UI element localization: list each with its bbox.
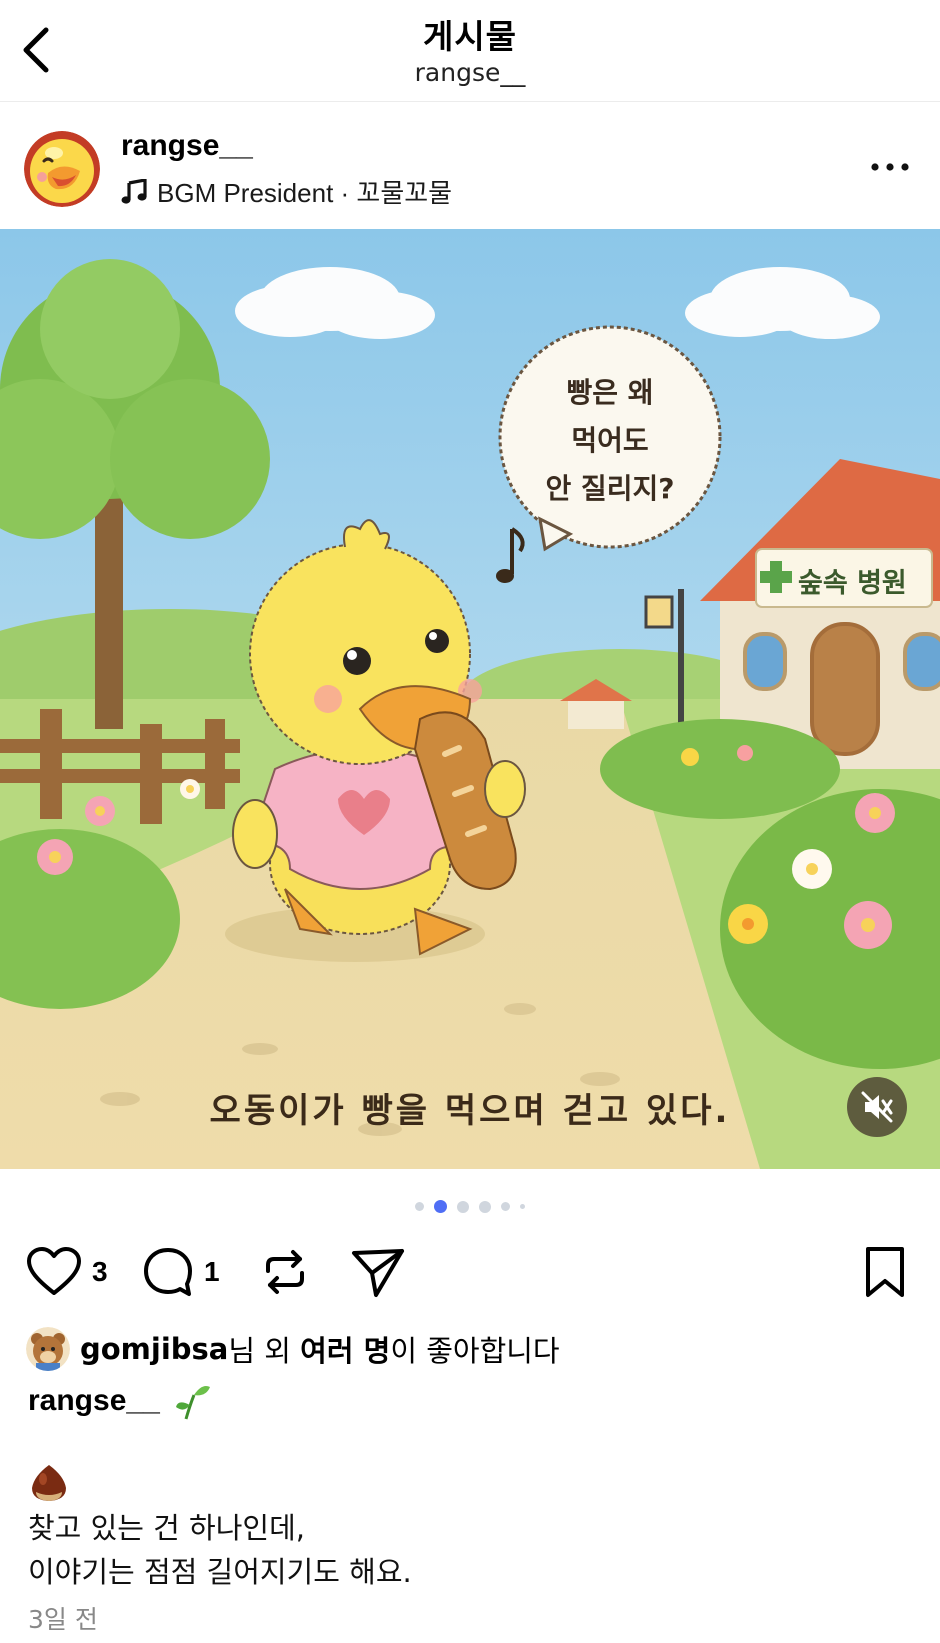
- carousel-dot-3[interactable]: [457, 1200, 469, 1213]
- speech-bubble-text: 빵은 왜 먹어도 안 질리지?: [530, 369, 690, 513]
- image-caption: 오동이가 빵을 먹으며 걷고 있다.: [209, 1091, 731, 1131]
- speech-line-3: 안 질리지?: [545, 472, 675, 505]
- repost-icon: [266, 1250, 304, 1294]
- carousel-dot-4[interactable]: [479, 1200, 491, 1213]
- bear-avatar-image: [26, 1327, 70, 1371]
- carousel-indicator: [0, 1200, 940, 1213]
- likes-text-mid: 님 외: [228, 1334, 301, 1368]
- like-count: 3: [92, 1256, 108, 1287]
- speaker-muted-icon: [861, 1091, 893, 1123]
- duck-eating-bread-illustration: [0, 229, 940, 1169]
- comment-button[interactable]: 1: [142, 1240, 220, 1304]
- caption-username[interactable]: rangse__: [28, 1384, 160, 1418]
- speech-line-2: 먹어도: [571, 424, 649, 457]
- heart-icon: [27, 1247, 81, 1295]
- carousel-dot-6[interactable]: [520, 1204, 525, 1209]
- repost-button[interactable]: [258, 1240, 312, 1304]
- duck-avatar-image: [24, 131, 100, 207]
- music-info[interactable]: BGM President · 꼬물꼬물: [121, 173, 452, 210]
- save-button[interactable]: [862, 1240, 908, 1304]
- caption-header: rangse__: [28, 1378, 212, 1424]
- liker-username[interactable]: gomjibsa: [80, 1332, 228, 1366]
- likes-others[interactable]: 여러 명: [300, 1328, 390, 1370]
- post-header: rangse__ BGM President · 꼬물꼬물: [0, 103, 940, 229]
- post-image[interactable]: 빵은 왜 먹어도 안 질리지? 숲속 병원: [0, 229, 940, 1169]
- carousel-dot-5[interactable]: [501, 1202, 510, 1211]
- comment-count: 1: [204, 1256, 220, 1287]
- caption-line-2: 이야기는 점점 길어지기도 해요.: [28, 1555, 412, 1589]
- caption-body: 찾고 있는 건 하나인데, 이야기는 점점 길어지기도 해요.: [28, 1506, 412, 1594]
- sprout-icon: [175, 1386, 210, 1420]
- page-subtitle: rangse__: [414, 58, 526, 87]
- likes-text-end: 이 좋아합니다: [390, 1334, 560, 1368]
- chestnut-icon: [32, 1465, 66, 1501]
- speech-line-1: 빵은 왜: [566, 376, 654, 409]
- music-note-icon: [121, 178, 147, 204]
- music-label: BGM President · 꼬물꼬물: [157, 178, 453, 208]
- hospital-sign-text: 숲속 병원: [798, 568, 907, 599]
- liker-avatar[interactable]: [26, 1327, 70, 1371]
- likes-summary[interactable]: gomjibsa 님 외 여러 명 이 좋아합니다: [26, 1326, 560, 1372]
- bookmark-icon: [866, 1247, 904, 1297]
- more-horizontal-icon: [871, 163, 909, 171]
- author-username[interactable]: rangse__: [121, 129, 253, 163]
- share-button[interactable]: [350, 1240, 406, 1304]
- caption-line-1: 찾고 있는 건 하나인데,: [28, 1511, 305, 1545]
- post-action-bar: 3 1: [0, 1240, 940, 1304]
- comment-icon: [144, 1248, 192, 1296]
- like-button[interactable]: 3: [26, 1240, 108, 1304]
- author-avatar[interactable]: [24, 131, 100, 207]
- page-title: 게시물: [422, 17, 518, 56]
- carousel-dot-2[interactable]: [434, 1200, 447, 1213]
- send-icon: [352, 1249, 404, 1297]
- mute-button[interactable]: [847, 1077, 907, 1137]
- post-timestamp[interactable]: 3일 전: [28, 1600, 98, 1636]
- top-nav-bar: 게시물 rangse__: [0, 0, 940, 102]
- more-options-button[interactable]: [868, 155, 912, 179]
- carousel-dot-1[interactable]: [415, 1202, 424, 1211]
